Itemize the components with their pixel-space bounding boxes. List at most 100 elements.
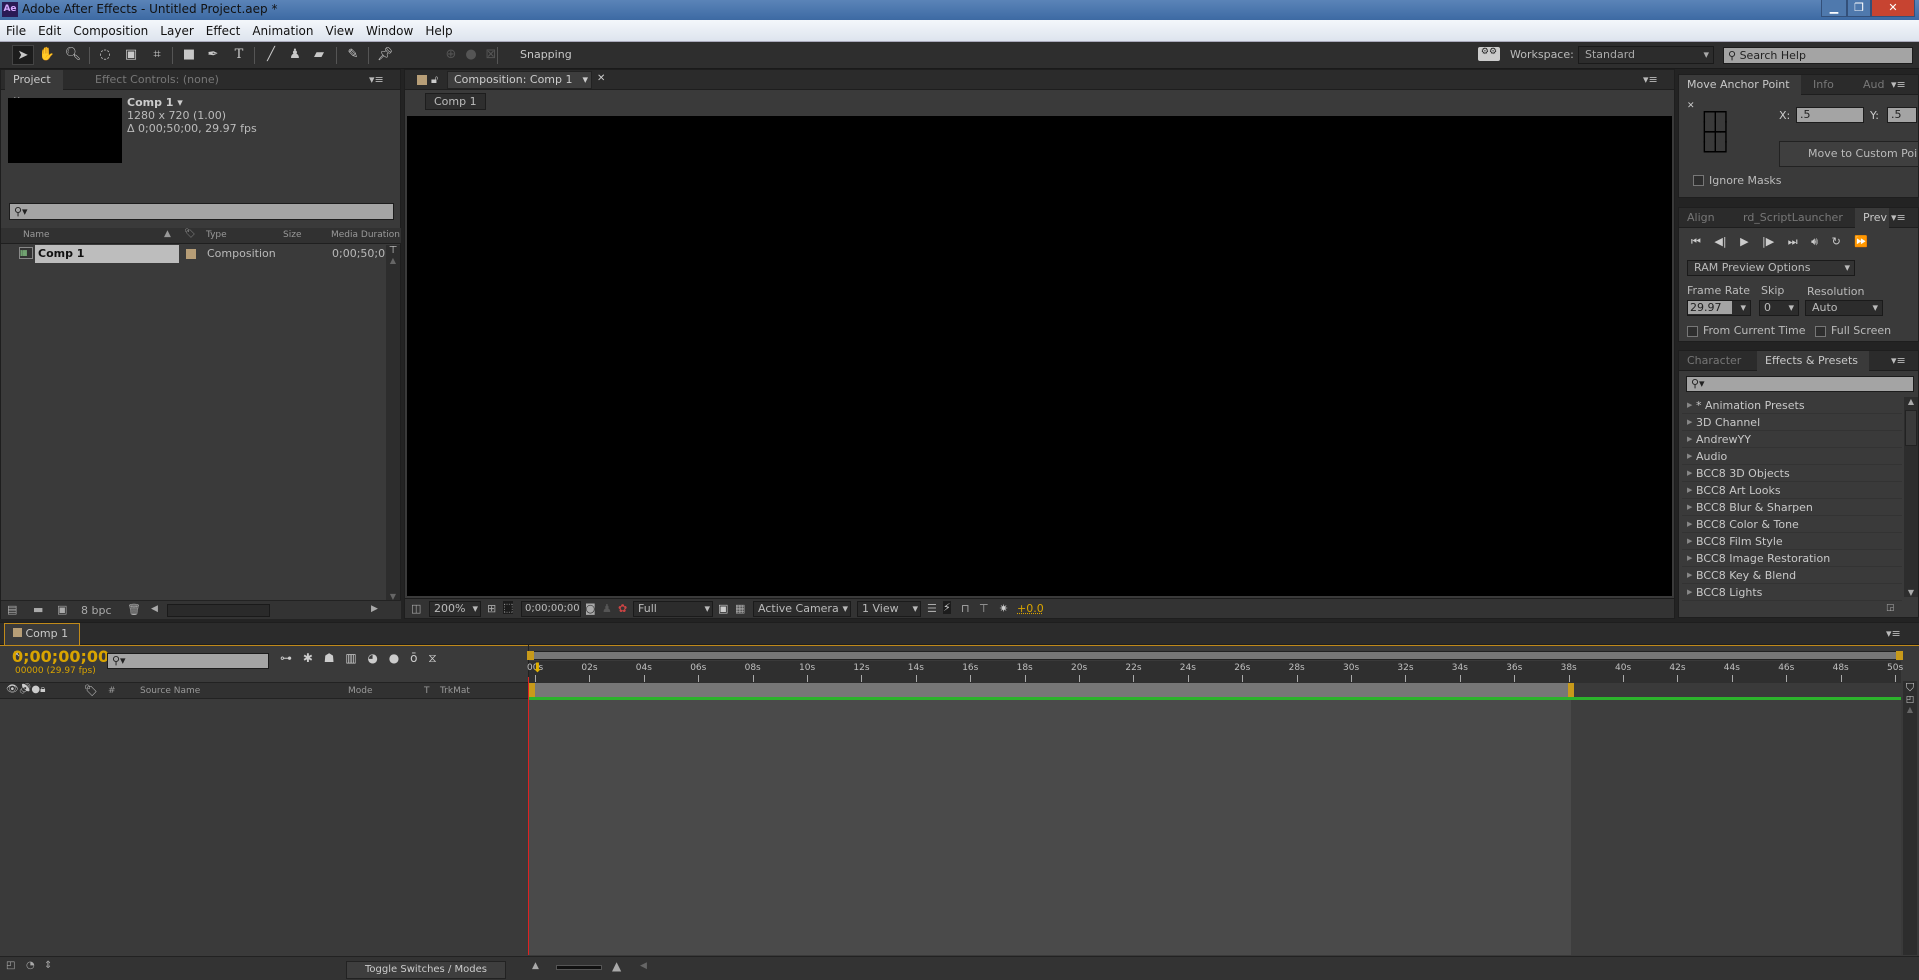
panel-menu-icon[interactable]: ▾≡ xyxy=(1891,354,1906,367)
label-tag-icon[interactable]: 🏷︎ xyxy=(84,684,98,697)
effects-category[interactable]: BCC8 Film Style xyxy=(1682,533,1902,550)
effects-scrollbar[interactable]: ▲ ▼ xyxy=(1904,397,1918,597)
effects-category[interactable]: BCC8 Image Restoration xyxy=(1682,550,1902,567)
menu-window[interactable]: Window xyxy=(360,20,419,42)
scroll-left-icon[interactable]: ◀ xyxy=(640,961,647,971)
ignore-masks-checkbox[interactable] xyxy=(1693,175,1704,186)
new-folder-icon[interactable]: ◲ xyxy=(1886,603,1895,613)
rectangle-tool-icon[interactable]: ■ xyxy=(178,45,200,65)
transfer-controls-pane-icon[interactable]: ◔ xyxy=(26,960,35,971)
tab-comp1-timeline[interactable]: Comp 1 ✕ xyxy=(4,623,80,660)
effects-search-input[interactable]: ⚲▾ xyxy=(1686,376,1914,392)
always-preview-icon[interactable]: ◫ xyxy=(411,602,421,615)
region-of-interest-icon[interactable]: ▣ xyxy=(718,602,728,615)
composition-mini-flowchart-icon[interactable]: ⊶ xyxy=(280,651,292,665)
current-time-field[interactable]: 0;00;00;00 xyxy=(521,601,581,617)
resolution-select[interactable]: Full ▾ xyxy=(633,601,713,617)
reset-exposure-icon[interactable]: ✷ xyxy=(999,602,1008,615)
column-mode[interactable]: Mode xyxy=(348,686,373,696)
roto-brush-tool-icon[interactable]: ✎ xyxy=(342,45,364,65)
workspace-select[interactable]: Standard ▾ xyxy=(1578,46,1714,64)
safe-zones-icon[interactable]: ⊞ xyxy=(487,602,496,615)
column-trkmat[interactable]: TrkMat xyxy=(440,686,470,696)
minimize-button[interactable]: ▁ xyxy=(1821,0,1847,17)
track-area-in-work-area[interactable] xyxy=(529,700,1572,955)
skip-select[interactable]: 0 ▾ xyxy=(1759,300,1799,316)
effects-category[interactable]: 3D Channel xyxy=(1682,414,1902,431)
search-help-input[interactable]: ⚲ Search Help xyxy=(1723,47,1913,64)
time-ruler[interactable]: 00s 02s 04s 06s 08s 10s 12s 14s 16s 18s 20s 22s 24s 2… xyxy=(527,661,1903,683)
current-time-indicator[interactable] xyxy=(528,677,529,955)
interpret-footage-icon[interactable]: ▤ xyxy=(7,603,17,616)
toggle-pixel-aspect-icon[interactable]: ☰ xyxy=(927,602,937,615)
zoom-tool-icon[interactable]: 🔍︎ xyxy=(62,45,84,65)
motion-blur-icon[interactable]: ◕ xyxy=(367,651,377,665)
pan-behind-tool-icon[interactable]: ⌗ xyxy=(146,45,168,65)
anchor-x-input[interactable]: .5 xyxy=(1796,107,1864,123)
comp-breadcrumb[interactable]: Comp 1 xyxy=(425,93,486,110)
hand-tool-icon[interactable]: ✋ xyxy=(36,45,58,65)
anchor-y-input[interactable]: .5 xyxy=(1887,107,1917,123)
brainstorm-icon[interactable]: ● xyxy=(389,651,399,665)
work-area-end-handle[interactable] xyxy=(1568,683,1575,698)
selection-tool-icon[interactable]: ➤ xyxy=(12,45,34,65)
column-number[interactable]: # xyxy=(108,686,116,696)
effects-category[interactable]: BCC8 Art Looks xyxy=(1682,482,1902,499)
work-area-bar[interactable] xyxy=(529,683,1572,697)
frame-rate-select[interactable]: 29.97 ▾ xyxy=(1687,300,1751,316)
menu-layer[interactable]: Layer xyxy=(154,20,199,42)
effects-category[interactable]: BCC8 Blur & Sharpen xyxy=(1682,499,1902,516)
frame-blending-icon[interactable]: ▥ xyxy=(345,651,356,665)
tab-preview[interactable]: Prev xyxy=(1855,208,1889,228)
timeline-icon[interactable]: ⊓ xyxy=(961,602,970,615)
exposure-value[interactable]: +0.0 xyxy=(1017,602,1044,615)
mask-visibility-icon[interactable]: ⬚ xyxy=(503,601,514,614)
tab-align[interactable]: Align xyxy=(1679,208,1723,228)
menu-help[interactable]: Help xyxy=(419,20,458,42)
time-navigator-bar[interactable] xyxy=(529,651,1901,660)
effects-category[interactable]: BCC8 Color & Tone xyxy=(1682,516,1902,533)
panel-menu-icon[interactable]: ▾≡ xyxy=(1891,78,1906,91)
in-out-pane-icon[interactable]: ⇕ xyxy=(44,960,52,971)
puppet-pin-tool-icon[interactable]: 📌︎ xyxy=(374,45,396,65)
av-features-icons[interactable]: 👁︎🔊︎●🔒︎ xyxy=(6,684,45,695)
new-composition-icon[interactable]: ▣ xyxy=(57,603,67,616)
audio-icon[interactable]: 🔊︎ xyxy=(1811,235,1818,248)
column-type[interactable]: Type xyxy=(206,230,227,240)
work-area-start-handle[interactable] xyxy=(529,683,535,698)
label-tag-icon[interactable]: 🏷︎ xyxy=(184,229,195,239)
layer-list-area[interactable] xyxy=(0,699,528,955)
brush-tool-icon[interactable]: ╱ xyxy=(260,45,282,65)
column-media-duration[interactable]: Media Duration xyxy=(331,230,400,240)
timeline-vertical-scrollbar[interactable]: ⛉ ◰ ▲ xyxy=(1903,681,1917,955)
sort-up-icon[interactable]: ▲ xyxy=(164,229,171,239)
column-name[interactable]: Name xyxy=(23,230,50,240)
tab-effect-controls[interactable]: Effect Controls: (none) xyxy=(87,70,247,90)
trash-icon[interactable]: 🗑︎ xyxy=(127,603,141,616)
draft-3d-icon[interactable]: ✱ xyxy=(303,651,313,665)
play-icon[interactable]: ▶ xyxy=(1740,235,1748,248)
menu-file[interactable]: File xyxy=(0,20,32,42)
tab-info[interactable]: Info xyxy=(1805,75,1842,95)
tab-move-anchor-point[interactable]: Move Anchor Point ✕ xyxy=(1679,75,1801,111)
snapshot-icon[interactable]: ◙ xyxy=(585,602,596,615)
channels-icon[interactable]: ✿ xyxy=(618,602,627,615)
horizontal-scrollbar-thumb[interactable] xyxy=(167,604,270,617)
track-area-outside-work-area[interactable] xyxy=(1571,700,1901,955)
menu-view[interactable]: View xyxy=(320,20,360,42)
full-screen-checkbox[interactable] xyxy=(1815,326,1826,337)
show-snapshot-icon[interactable]: ♟ xyxy=(602,602,612,615)
tab-audio[interactable]: Aud xyxy=(1855,75,1892,95)
comp-viewer-select[interactable]: Composition: Comp 1 ▾ xyxy=(447,71,592,89)
composition-viewer[interactable] xyxy=(407,116,1672,596)
close-button[interactable]: ✕ xyxy=(1871,0,1915,17)
graph-editor-icon[interactable]: ⧖ xyxy=(428,651,436,665)
type-tool-icon[interactable]: T xyxy=(228,45,250,65)
move-to-custom-point-button[interactable]: Move to Custom Point xyxy=(1779,141,1919,167)
current-time-display[interactable]: 0;00;00;00 xyxy=(12,647,109,666)
tab-character[interactable]: Character xyxy=(1679,351,1749,371)
column-source-name[interactable]: Source Name xyxy=(140,686,200,696)
restore-button[interactable]: ❐ xyxy=(1847,0,1871,17)
camera-select[interactable]: Active Camera ▾ xyxy=(753,601,851,617)
navigator-end-handle[interactable] xyxy=(1896,651,1903,660)
